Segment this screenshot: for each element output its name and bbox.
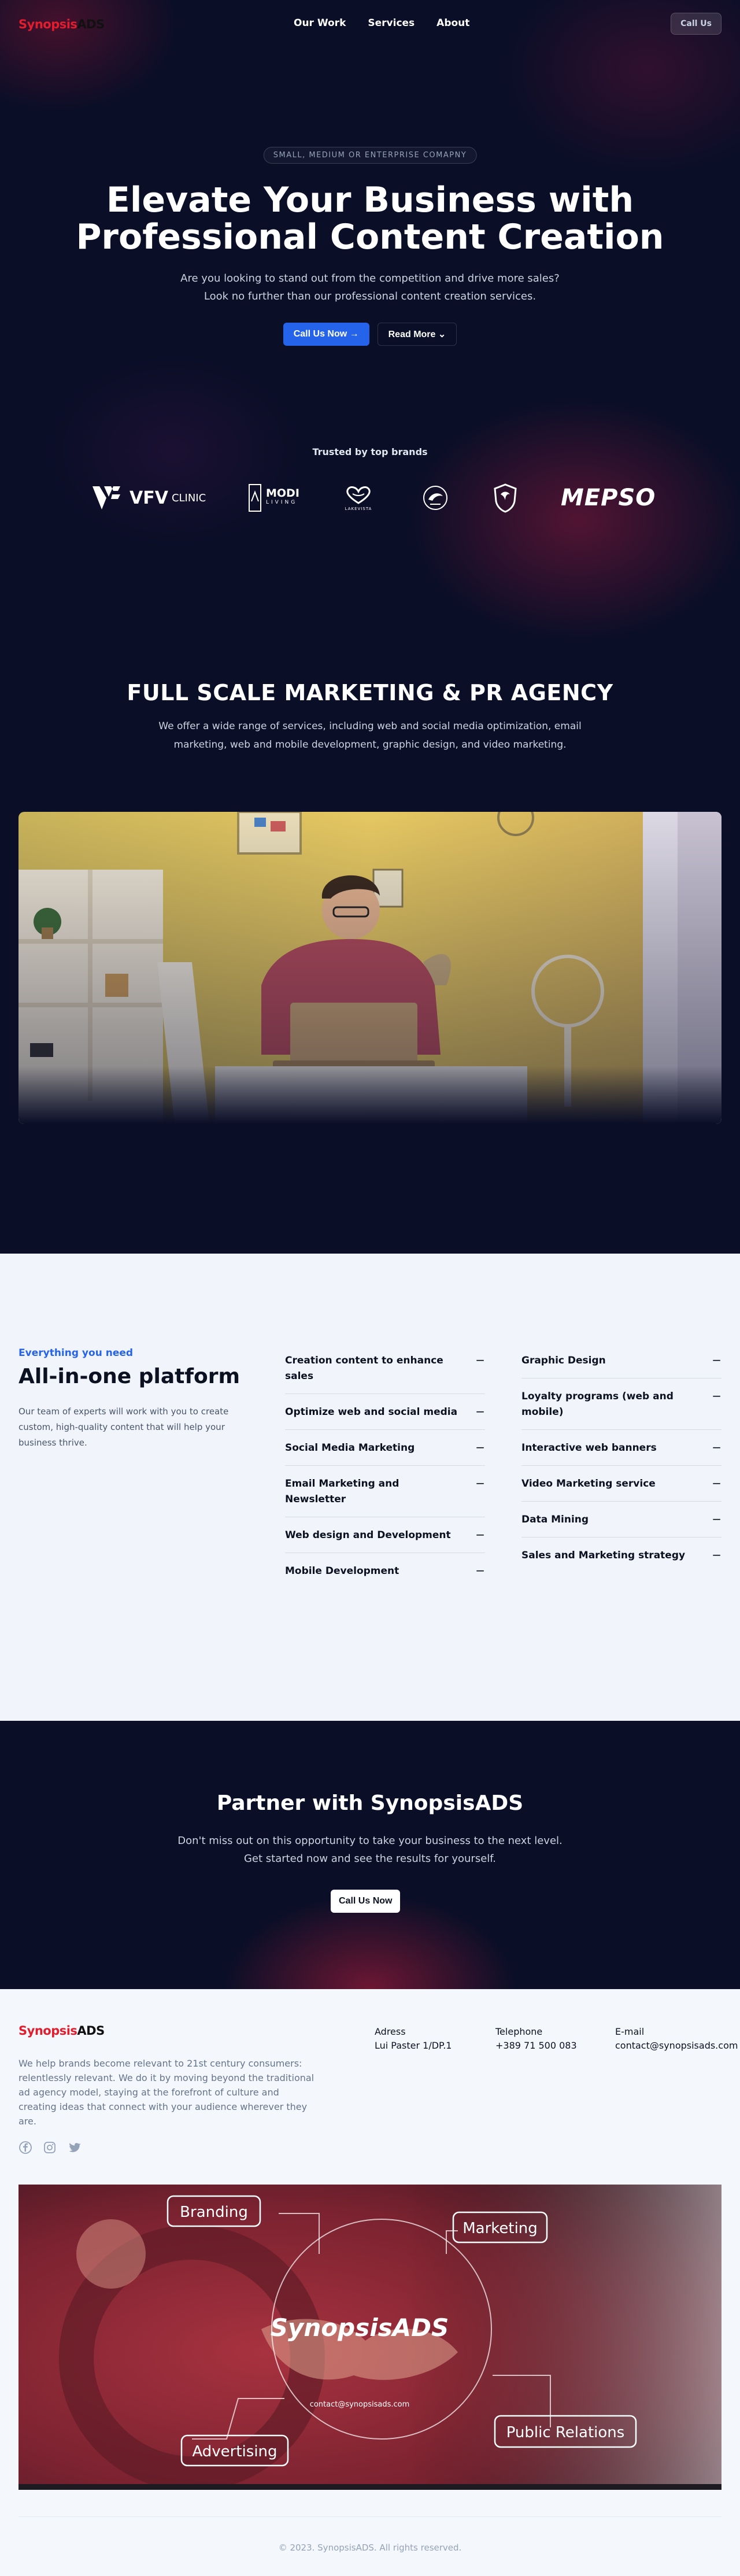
footer: SynopsisADS We help brands become releva… <box>0 1989 740 2576</box>
site-logo[interactable]: SynopsisADS <box>18 17 105 31</box>
call-us-now-button[interactable]: Call Us Now → <box>283 323 369 346</box>
collapse-icon[interactable]: − <box>712 1476 722 1490</box>
banner-tag-advertising: Advertising <box>192 2443 277 2460</box>
service-item[interactable]: Graphic Design − <box>521 1353 722 1378</box>
hero-buttons: Call Us Now → Read More ⌄ <box>0 323 740 346</box>
banner-tag-branding: Branding <box>180 2204 248 2221</box>
platform-section: Everything you need All-in-one platform … <box>0 1254 740 1721</box>
brand-logo-vfv: VFV CLINIC <box>91 478 206 518</box>
footer-logo[interactable]: SynopsisADS <box>18 2024 105 2038</box>
read-more-button[interactable]: Read More ⌄ <box>377 323 457 346</box>
banner-tag-marketing: Marketing <box>462 2220 538 2237</box>
shield-icon <box>494 483 517 513</box>
contact-telephone: Telephone +389 71 500 083 <box>495 2025 577 2053</box>
services-column-2: Graphic Design − Loyalty programs (web a… <box>521 1353 722 1573</box>
copyright: © 2023. SynopsisADS. All rights reserved… <box>18 2516 722 2553</box>
contact-address: Adress Lui Paster 1/DP.1 <box>375 2026 452 2051</box>
service-item[interactable]: Creation content to enhance sales − <box>285 1353 485 1394</box>
phone-link[interactable]: +389 71 500 083 <box>495 2039 577 2053</box>
instagram-icon[interactable] <box>43 2141 57 2154</box>
banner-tag-public-relations: Public Relations <box>506 2424 625 2441</box>
brand-logo-crest <box>493 478 518 518</box>
service-item[interactable]: Email Marketing and Newsletter − <box>285 1466 485 1517</box>
collapse-icon[interactable]: − <box>712 1440 722 1454</box>
nav-link-services[interactable]: Services <box>368 17 415 29</box>
partner-cta-section: Partner with SynopsisADS Don't miss out … <box>0 1721 740 1989</box>
service-item[interactable]: Video Marketing service − <box>521 1466 722 1502</box>
service-item[interactable]: Data Mining − <box>521 1502 722 1538</box>
contact-email: E-mail contact@synopsisads.com <box>615 2025 738 2053</box>
service-item[interactable]: Sales and Marketing strategy − <box>521 1538 722 1573</box>
company-size-badge: SMALL, MEDIUM OR ENTERPRISE COMAPNY <box>263 147 477 164</box>
modi-mark-icon <box>249 484 261 512</box>
collapse-icon[interactable]: − <box>475 1528 485 1542</box>
heart-mark-icon <box>346 486 371 504</box>
platform-title: All-in-one platform <box>18 1365 240 1388</box>
platform-eyebrow: Everything you need <box>18 1347 134 1359</box>
brand-logos: VFV CLINIC MODI LIVING LAKEVISTA MEPSO <box>0 478 740 518</box>
twitter-icon[interactable] <box>67 2141 81 2154</box>
collapse-icon[interactable]: − <box>712 1389 722 1403</box>
office-photo <box>18 812 722 1124</box>
cta-title: Partner with SynopsisADS <box>216 1791 524 1815</box>
hero-subtitle: Are you looking to stand out from the co… <box>180 272 560 302</box>
collapse-icon[interactable]: − <box>475 1440 485 1454</box>
collapse-icon[interactable]: − <box>712 1548 722 1562</box>
collapse-icon[interactable]: − <box>475 1353 485 1367</box>
brand-logo-modi: MODI LIVING <box>249 478 299 518</box>
brand-logo-lakevista: LAKEVISTA <box>345 478 372 518</box>
cta-call-us-now-button[interactable]: Call Us Now <box>331 1890 401 1913</box>
collapse-icon[interactable]: − <box>475 1405 485 1418</box>
cta-text: Don't miss out on this opportunity to ta… <box>177 1835 563 1865</box>
hero-title: Elevate Your Business with Professional … <box>76 180 664 257</box>
facebook-icon[interactable] <box>18 2141 32 2154</box>
brand-banner-image: Branding Marketing Advertising Public Re… <box>18 2185 722 2490</box>
email-link[interactable]: contact@synopsisads.com <box>615 2039 738 2053</box>
service-item[interactable]: Social Media Marketing − <box>285 1430 485 1466</box>
agency-description: We offer a wide range of services, inclu… <box>158 720 582 751</box>
nav-links: Our Work Services About <box>294 17 469 29</box>
service-item[interactable]: Interactive web banners − <box>521 1430 722 1466</box>
service-item[interactable]: Loyalty programs (web and mobile) − <box>521 1378 722 1430</box>
services-column-1: Creation content to enhance sales − Opti… <box>285 1353 485 1588</box>
brand-logo-emblem <box>421 478 450 518</box>
trusted-heading: Trusted by top brands <box>312 446 428 457</box>
collapse-icon[interactable]: − <box>475 1476 485 1490</box>
hero-section: SynopsisADS Our Work Services About Call… <box>0 0 740 1254</box>
nav-call-us-button[interactable]: Call Us <box>671 13 722 35</box>
collapse-icon[interactable]: − <box>712 1512 722 1526</box>
social-links <box>18 2141 81 2154</box>
service-item[interactable]: Optimize web and social media − <box>285 1394 485 1430</box>
vfv-mark-icon <box>92 486 120 509</box>
service-item[interactable]: Web design and Development − <box>285 1517 485 1553</box>
emblem-icon <box>423 486 447 510</box>
agency-title: FULL SCALE MARKETING & PR AGENCY <box>127 680 613 705</box>
banner-brand-text: SynopsisADS <box>271 2313 449 2342</box>
nav-link-about[interactable]: About <box>436 17 469 29</box>
footer-description: We help brands become relevant to 21st c… <box>18 2058 314 2127</box>
brand-logo-mepso: MEPSO <box>561 485 656 511</box>
banner-email-text: contact@synopsisads.com <box>310 2400 410 2409</box>
collapse-icon[interactable]: − <box>475 1564 485 1577</box>
service-item[interactable]: Mobile Development − <box>285 1553 485 1588</box>
platform-description: Our team of experts will work with you t… <box>18 1406 229 1448</box>
collapse-icon[interactable]: − <box>712 1353 722 1367</box>
top-nav: SynopsisADS Our Work Services About Call… <box>0 0 740 49</box>
nav-link-our-work[interactable]: Our Work <box>294 17 346 29</box>
